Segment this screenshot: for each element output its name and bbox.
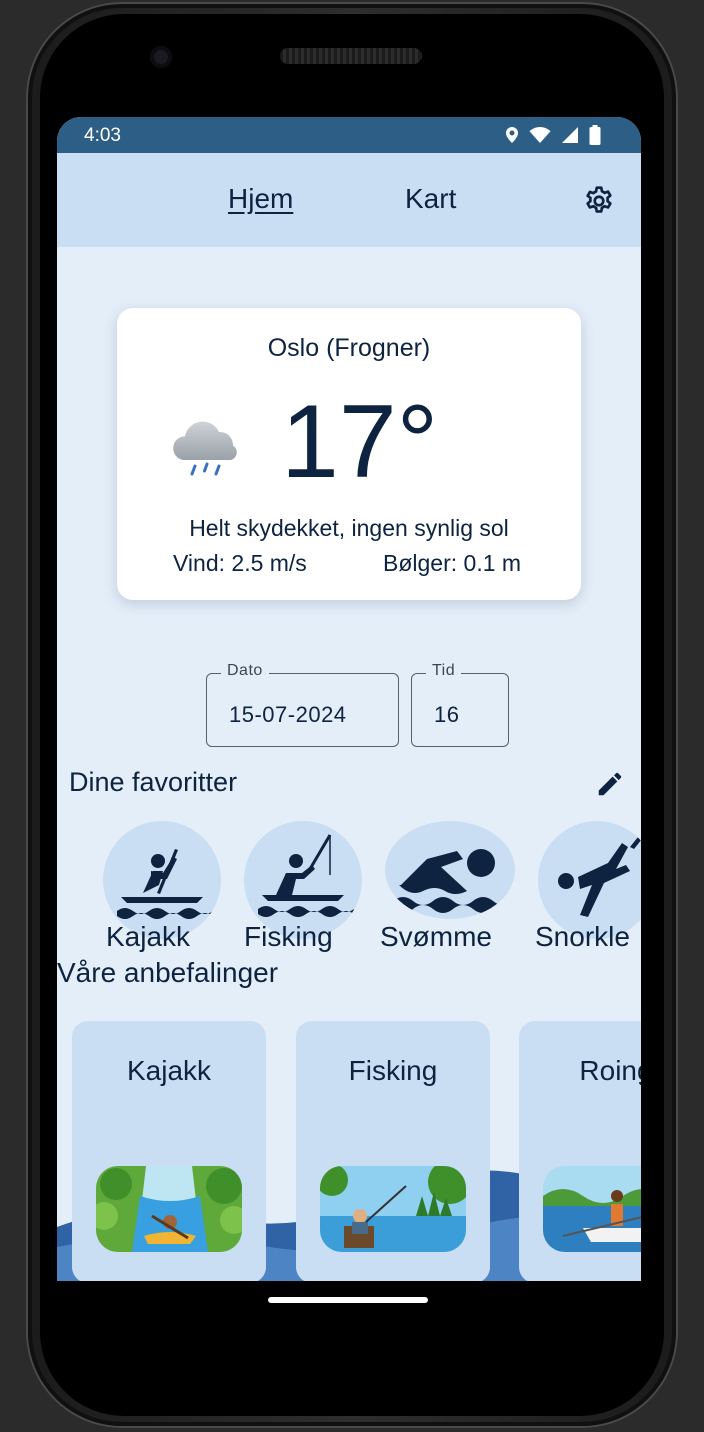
weather-wind: Vind: 2.5 m/s [173, 550, 307, 576]
date-field[interactable]: Dato 15-07-2024 [206, 662, 399, 747]
edit-pencil-icon[interactable] [595, 769, 625, 799]
favorite-label: Snorkle [535, 921, 630, 952]
top-navigation: Hjem Kart [57, 153, 641, 247]
status-icons [505, 125, 601, 145]
wifi-icon [529, 127, 551, 143]
settings-gear-icon[interactable] [583, 185, 615, 217]
rowing-illustration [543, 1166, 641, 1252]
recommendation-title: Roing [579, 1055, 641, 1086]
date-field-label: Dato [221, 662, 269, 680]
weather-temperature: 17° [281, 384, 439, 500]
front-camera [150, 46, 172, 68]
favorite-label: Svømme [380, 921, 492, 952]
time-field-value: 16 [434, 702, 460, 727]
swimming-icon [393, 849, 513, 913]
recommendation-card-roing[interactable]: Roing [519, 1021, 641, 1281]
app-screen: 4:03 Hjem Kart Oslo (Frogner) 17° Helt s… [57, 117, 641, 1281]
recommendation-card-fisking[interactable]: Fisking [296, 1021, 490, 1281]
favorite-label: Kajakk [106, 921, 191, 952]
earpiece-speaker [280, 48, 422, 64]
signal-icon [562, 127, 578, 143]
recommendation-title: Kajakk [126, 1055, 212, 1086]
status-bar: 4:03 [57, 117, 641, 153]
fishing-illustration [320, 1166, 466, 1252]
recommendation-title: Fisking [348, 1055, 438, 1086]
recommendation-card-kajakk[interactable]: Kajakk [72, 1021, 266, 1281]
cloud-rain-icon [173, 421, 237, 476]
date-field-value: 15-07-2024 [229, 702, 347, 727]
nav-tab-home[interactable]: Hjem [228, 183, 293, 215]
location-icon [506, 127, 518, 143]
favorite-circle [385, 821, 515, 919]
weather-card: Oslo (Frogner) 17° Helt skydekket, ingen… [117, 308, 581, 600]
kayak-illustration [96, 1166, 242, 1252]
recommendations-heading: Våre anbefalinger [57, 957, 279, 988]
favorites-heading: Dine favoritter [69, 767, 238, 797]
status-time: 4:03 [84, 125, 121, 146]
time-field-label: Tid [426, 662, 462, 680]
weather-waves: Bølger: 0.1 m [383, 550, 522, 576]
home-indicator[interactable] [268, 1297, 428, 1303]
favorite-label: Fisking [244, 921, 333, 952]
time-field[interactable]: Tid 16 [411, 662, 509, 747]
weather-description: Helt skydekket, ingen synlig sol [189, 515, 509, 541]
weather-location: Oslo (Frogner) [267, 334, 431, 362]
nav-tab-map[interactable]: Kart [405, 183, 456, 215]
battery-icon [589, 125, 601, 145]
